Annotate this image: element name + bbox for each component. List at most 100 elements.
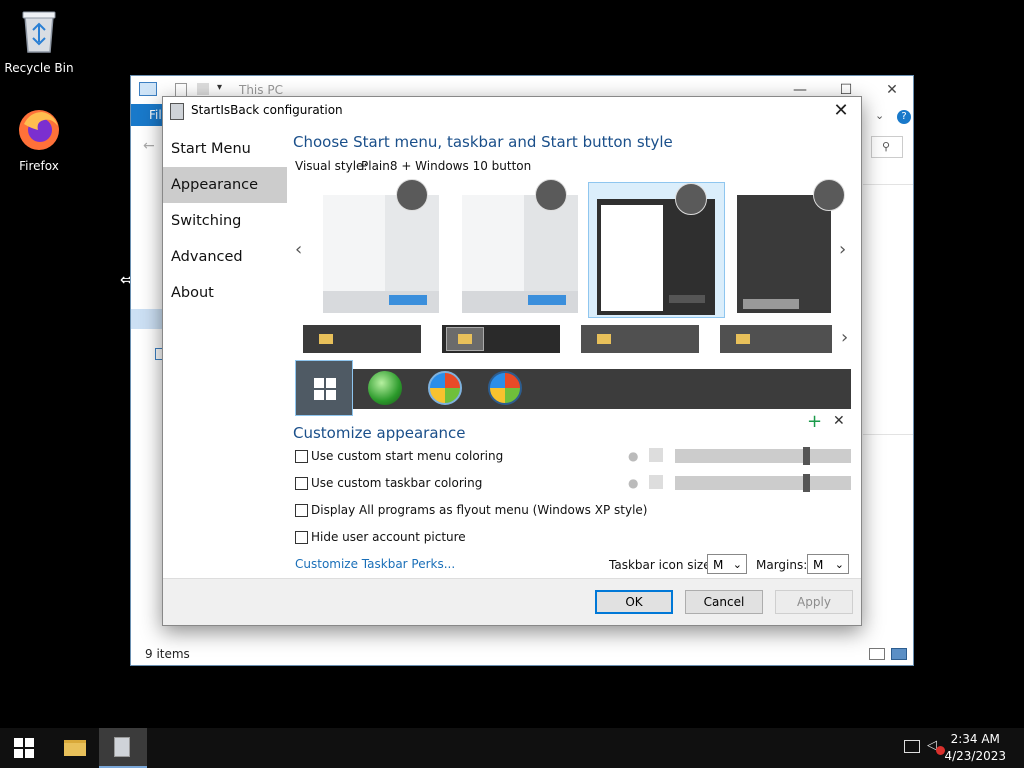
margins-label: Margins: <box>756 558 808 572</box>
user-avatar-icon <box>813 179 845 211</box>
network-tray-icon[interactable] <box>904 740 920 753</box>
desktop-icon-firefox[interactable]: Firefox <box>1 106 77 173</box>
start-style-thumb-2[interactable] <box>462 179 578 313</box>
cancel-button[interactable]: Cancel <box>685 590 763 614</box>
start-orb-windows7-icon[interactable] <box>428 371 462 405</box>
chevron-down-icon: ⌄ <box>732 558 742 571</box>
color-drop-icon: ● <box>628 449 639 463</box>
start-menu-color-swatch[interactable] <box>649 448 663 462</box>
windows-logo-icon <box>314 378 336 400</box>
taskbar-opacity-slider-thumb[interactable] <box>803 474 810 492</box>
color-drop-icon: ● <box>628 476 639 490</box>
taskbar-clock[interactable]: 2:34 AM 4/23/2023 <box>944 731 1006 765</box>
folder-icon <box>319 334 333 344</box>
custom-start-menu-coloring-checkbox[interactable] <box>295 450 308 463</box>
close-button[interactable]: ✕ <box>869 76 915 104</box>
taskbar-style-2[interactable] <box>442 325 560 353</box>
taskbar-style-4[interactable] <box>720 325 832 353</box>
taskbar-icon-size-label: Taskbar icon size: <box>609 558 715 572</box>
dialog-title: StartIsBack configuration <box>191 103 343 117</box>
taskbar-icon-size-value: M <box>713 558 724 572</box>
folder-icon <box>736 334 750 344</box>
flyout-menu-label[interactable]: Display All programs as flyout menu (Win… <box>311 503 647 517</box>
startisback-app-icon <box>170 103 184 120</box>
visual-style-label: Visual style: <box>295 159 368 173</box>
start-orb-clover-icon[interactable] <box>368 371 402 405</box>
clock-time: 2:34 AM <box>950 732 1000 746</box>
ok-button[interactable]: OK <box>595 590 673 614</box>
start-style-thumb-3-selected[interactable] <box>588 182 725 318</box>
status-bar-text: 9 items <box>145 647 190 661</box>
remove-color-icon[interactable]: ✕ <box>833 413 845 429</box>
dialog-footer: OK Cancel Apply <box>163 578 861 625</box>
folder-icon <box>458 334 472 344</box>
view-divider <box>863 184 913 185</box>
taskbar-style-1[interactable] <box>303 325 421 353</box>
add-color-icon[interactable]: + <box>807 411 822 432</box>
new-folder-icon[interactable] <box>197 83 209 95</box>
recycle-bin-icon <box>22 11 56 53</box>
dialog-titlebar[interactable]: StartIsBack configuration ✕ <box>163 97 861 125</box>
flyout-menu-checkbox[interactable] <box>295 504 308 517</box>
nav-item-appearance[interactable]: Appearance <box>163 167 287 203</box>
custom-taskbar-coloring-label[interactable]: Use custom taskbar coloring <box>311 476 482 490</box>
startisback-dialog[interactable]: StartIsBack configuration ✕ Start Menu A… <box>162 96 862 626</box>
user-avatar-icon <box>396 179 428 211</box>
expand-ribbon-icon[interactable]: ⌄ <box>875 109 884 122</box>
help-icon[interactable]: ? <box>897 110 911 124</box>
start-orb-windows-vista-icon[interactable] <box>488 371 522 405</box>
nav-item-start-menu[interactable]: Start Menu <box>163 131 287 167</box>
custom-taskbar-coloring-checkbox[interactable] <box>295 477 308 490</box>
nav-item-switching[interactable]: Switching <box>163 203 287 239</box>
back-icon[interactable]: ← <box>143 138 155 154</box>
hide-account-picture-checkbox[interactable] <box>295 531 308 544</box>
taskbar-color-swatch[interactable] <box>649 475 663 489</box>
style-heading: Choose Start menu, taskbar and Start but… <box>293 133 673 151</box>
user-avatar-icon <box>535 179 567 211</box>
search-box[interactable]: ⚲ <box>871 136 903 158</box>
user-avatar-icon <box>675 183 707 215</box>
margins-select[interactable]: M ⌄ <box>807 554 849 574</box>
start-style-thumb-1[interactable] <box>323 179 439 313</box>
taskbar-style-3[interactable] <box>581 325 699 353</box>
desktop-icon-label: Recycle Bin <box>4 61 74 75</box>
next-style-arrow-icon[interactable]: › <box>839 239 846 260</box>
folder-icon <box>597 334 611 344</box>
taskbar-startisback-config[interactable] <box>99 728 147 768</box>
nav-item-advanced[interactable]: Advanced <box>163 239 287 275</box>
next-taskbar-arrow-icon[interactable]: › <box>841 327 848 348</box>
customize-qat-icon[interactable]: ▾ <box>217 82 222 93</box>
taskbar-icon-size-select[interactable]: M ⌄ <box>707 554 747 574</box>
start-button[interactable] <box>0 728 48 768</box>
properties-icon[interactable] <box>175 83 187 97</box>
large-icons-view-icon[interactable] <box>891 648 907 660</box>
custom-start-menu-coloring-label[interactable]: Use custom start menu coloring <box>311 449 503 463</box>
details-view-icon[interactable] <box>869 648 885 660</box>
this-pc-icon <box>139 82 157 96</box>
start-button-windows10[interactable] <box>295 360 353 416</box>
visual-style-value: Plain8 + Windows 10 button <box>361 159 532 173</box>
taskbar-file-explorer[interactable] <box>51 728 99 768</box>
hide-account-picture-label[interactable]: Hide user account picture <box>311 530 466 544</box>
desktop-icon-recycle-bin[interactable]: Recycle Bin <box>1 8 77 75</box>
start-menu-opacity-slider[interactable] <box>675 449 851 463</box>
taskbar: ◁ 2:34 AM 4/23/2023 <box>0 728 1024 768</box>
nav-pane-item[interactable] <box>131 309 163 329</box>
prev-style-arrow-icon[interactable]: ‹ <box>295 239 302 260</box>
chevron-down-icon: ⌄ <box>834 558 844 571</box>
nav-item-about[interactable]: About <box>163 275 287 311</box>
customize-heading: Customize appearance <box>293 424 466 442</box>
start-style-thumb-4[interactable] <box>737 179 845 313</box>
start-menu-opacity-slider-thumb[interactable] <box>803 447 810 465</box>
search-icon: ⚲ <box>882 140 891 153</box>
startisback-app-icon <box>114 737 130 757</box>
dialog-close-button[interactable]: ✕ <box>827 99 855 123</box>
clock-date: 4/23/2023 <box>944 749 1006 763</box>
view-divider-2 <box>863 434 913 435</box>
customize-taskbar-perks-link[interactable]: Customize Taskbar Perks... <box>295 557 455 571</box>
firefox-icon <box>19 110 59 150</box>
apply-button[interactable]: Apply <box>775 590 853 614</box>
taskbar-opacity-slider[interactable] <box>675 476 851 490</box>
settings-nav: Start Menu Appearance Switching Advanced… <box>163 131 287 311</box>
margins-value: M <box>813 558 824 572</box>
